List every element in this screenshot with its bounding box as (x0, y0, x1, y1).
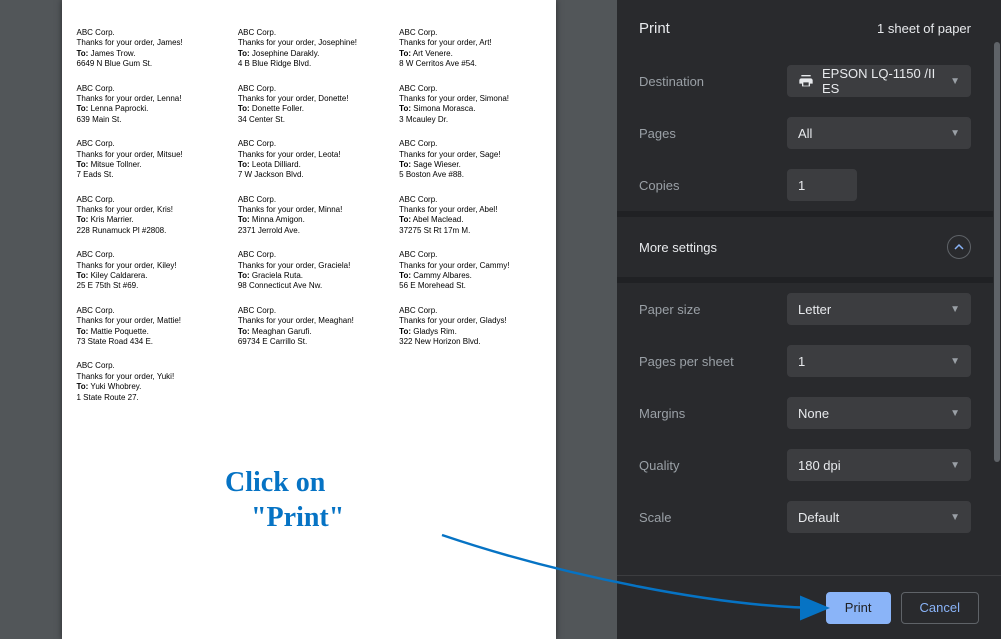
chevron-down-icon: ▼ (950, 76, 960, 87)
scale-value: Default (798, 510, 839, 525)
destination-select[interactable]: EPSON LQ-1150 /II ES ▼ (787, 65, 971, 97)
address-label: ABC Corp.Thanks for your order, Art!To: … (399, 28, 540, 70)
margins-row: Margins None ▼ (617, 387, 993, 439)
address-label: ABC Corp.Thanks for your order, Cammy!To… (399, 250, 540, 292)
quality-value: 180 dpi (798, 458, 841, 473)
scrollbar-thumb[interactable] (994, 42, 1000, 462)
address-label: ABC Corp.Thanks for your order, Meaghan!… (238, 306, 379, 348)
panel-footer: Print Cancel (617, 575, 1001, 639)
pages-value: All (798, 126, 812, 141)
paper-size-row: Paper size Letter ▼ (617, 283, 993, 335)
print-dialog: ABC Corp.Thanks for your order, James!To… (0, 0, 1001, 639)
address-label: ABC Corp.Thanks for your order, Abel!To:… (399, 195, 540, 237)
labels-grid: ABC Corp.Thanks for your order, James!To… (77, 28, 541, 403)
chevron-down-icon: ▼ (950, 128, 960, 139)
pages-select[interactable]: All ▼ (787, 117, 971, 149)
address-label: ABC Corp.Thanks for your order, Kiley!To… (77, 250, 218, 292)
cancel-button[interactable]: Cancel (901, 592, 979, 624)
more-settings-toggle[interactable]: More settings (617, 217, 993, 277)
panel-scrollbar[interactable] (994, 2, 1000, 572)
quality-row: Quality 180 dpi ▼ (617, 439, 993, 491)
pages-per-sheet-value: 1 (798, 354, 805, 369)
settings-panel: Print 1 sheet of paper Destination EPSON… (617, 0, 1001, 639)
labels-column: ABC Corp.Thanks for your order, Josephin… (238, 28, 379, 403)
chevron-down-icon: ▼ (950, 408, 960, 419)
scale-select[interactable]: Default ▼ (787, 501, 971, 533)
destination-label: Destination (639, 74, 787, 89)
address-label: ABC Corp.Thanks for your order, Mattie!T… (77, 306, 218, 348)
quality-select[interactable]: 180 dpi ▼ (787, 449, 971, 481)
cancel-button-label: Cancel (920, 600, 960, 615)
address-label: ABC Corp.Thanks for your order, Leota!To… (238, 139, 379, 181)
address-label: ABC Corp.Thanks for your order, Yuki!To:… (77, 361, 218, 403)
chevron-down-icon: ▼ (950, 460, 960, 471)
print-preview-pane: ABC Corp.Thanks for your order, James!To… (0, 0, 617, 639)
address-label: ABC Corp.Thanks for your order, James!To… (77, 28, 218, 70)
pages-label: Pages (639, 126, 787, 141)
address-label: ABC Corp.Thanks for your order, Lenna!To… (77, 84, 218, 126)
address-label: ABC Corp.Thanks for your order, Kris!To:… (77, 195, 218, 237)
preview-page: ABC Corp.Thanks for your order, James!To… (62, 0, 556, 639)
panel-title: Print (639, 20, 670, 37)
print-button-label: Print (845, 600, 872, 615)
collapse-button[interactable] (947, 235, 971, 259)
chevron-up-icon (954, 242, 964, 252)
destination-row: Destination EPSON LQ-1150 /II ES ▼ (617, 55, 993, 107)
printer-icon (798, 73, 814, 89)
scale-row: Scale Default ▼ (617, 491, 993, 543)
sheet-count: 1 sheet of paper (877, 21, 971, 36)
labels-column: ABC Corp.Thanks for your order, James!To… (77, 28, 218, 403)
address-label: ABC Corp.Thanks for your order, Minna!To… (238, 195, 379, 237)
pages-row: Pages All ▼ (617, 107, 993, 159)
address-label: ABC Corp.Thanks for your order, Mitsue!T… (77, 139, 218, 181)
address-label: ABC Corp.Thanks for your order, Gladys!T… (399, 306, 540, 348)
margins-value: None (798, 406, 829, 421)
paper-size-value: Letter (798, 302, 831, 317)
chevron-down-icon: ▼ (950, 304, 960, 315)
chevron-down-icon: ▼ (950, 356, 960, 367)
pages-per-sheet-row: Pages per sheet 1 ▼ (617, 335, 993, 387)
address-label: ABC Corp.Thanks for your order, Simona!T… (399, 84, 540, 126)
more-settings-group: Paper size Letter ▼ Pages per sheet (617, 283, 993, 543)
margins-label: Margins (639, 406, 787, 421)
paper-size-label: Paper size (639, 302, 787, 317)
copies-label: Copies (639, 178, 787, 193)
quality-label: Quality (639, 458, 787, 473)
copies-input[interactable] (787, 169, 857, 201)
copies-row: Copies (617, 159, 993, 211)
address-label: ABC Corp.Thanks for your order, Sage!To:… (399, 139, 540, 181)
margins-select[interactable]: None ▼ (787, 397, 971, 429)
pages-per-sheet-select[interactable]: 1 ▼ (787, 345, 971, 377)
panel-header: Print 1 sheet of paper (617, 0, 993, 55)
print-button[interactable]: Print (826, 592, 891, 624)
more-settings-label: More settings (639, 240, 717, 255)
scale-label: Scale (639, 510, 787, 525)
paper-size-select[interactable]: Letter ▼ (787, 293, 971, 325)
destination-value: EPSON LQ-1150 /II ES (822, 66, 944, 96)
pages-per-sheet-label: Pages per sheet (639, 354, 787, 369)
labels-column: ABC Corp.Thanks for your order, Art!To: … (399, 28, 540, 403)
address-label: ABC Corp.Thanks for your order, Josephin… (238, 28, 379, 70)
chevron-down-icon: ▼ (950, 512, 960, 523)
address-label: ABC Corp.Thanks for your order, Donette!… (238, 84, 379, 126)
settings-scroll: Print 1 sheet of paper Destination EPSON… (617, 0, 1001, 575)
address-label: ABC Corp.Thanks for your order, Graciela… (238, 250, 379, 292)
